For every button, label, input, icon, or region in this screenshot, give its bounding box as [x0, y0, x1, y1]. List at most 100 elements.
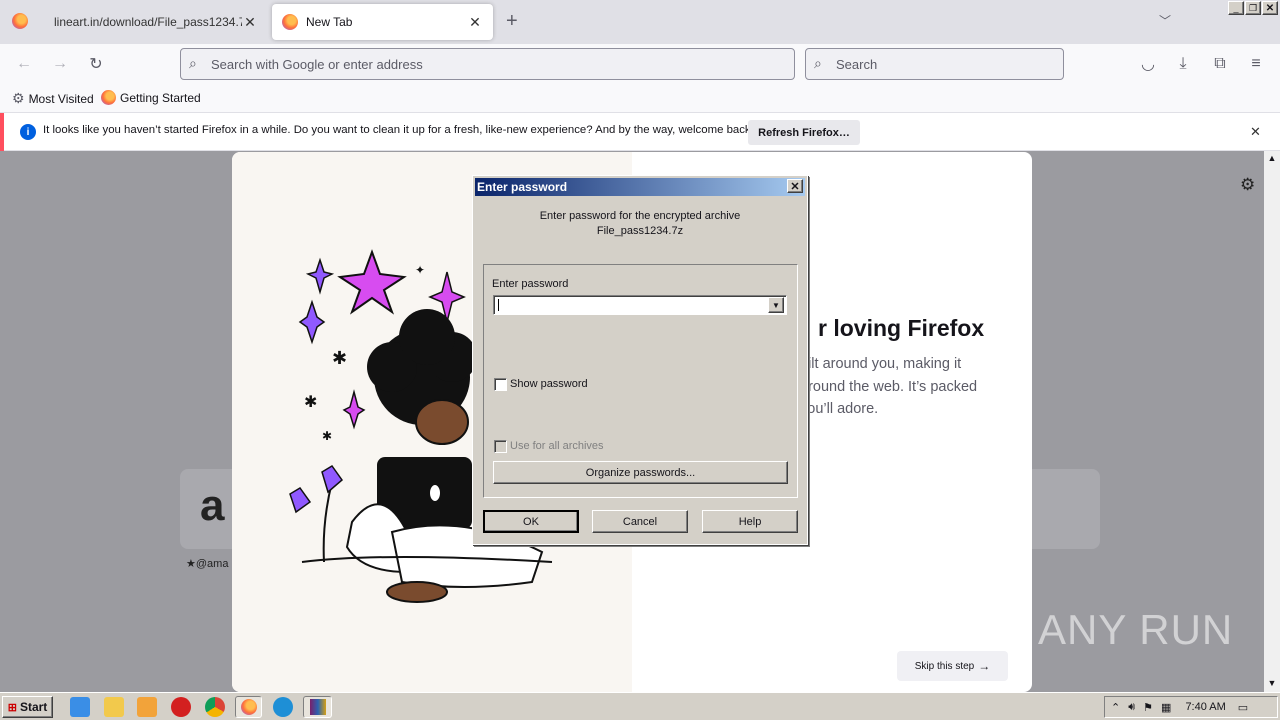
- notification-message: It looks like you haven’t started Firefo…: [43, 124, 754, 136]
- forward-arrow-icon[interactable]: →: [48, 52, 72, 76]
- url-bar[interactable]: ⌕ Search with Google or enter address: [180, 48, 795, 80]
- volume-icon[interactable]: 🔊︎: [1128, 701, 1135, 714]
- welcome-body-line: around the web. It’s packed: [800, 378, 978, 395]
- password-label: Enter password: [492, 278, 569, 290]
- firefox-icon: [101, 90, 116, 105]
- welcome-heading: r loving Firefox: [818, 315, 985, 341]
- winrar-taskbar-button[interactable]: [303, 696, 332, 718]
- show-desktop-icon[interactable]: ▭: [1238, 701, 1248, 714]
- dialog-message: Enter password for the encrypted archive…: [473, 209, 807, 239]
- gear-icon: ⚙: [12, 90, 25, 106]
- svg-text:✱: ✱: [304, 394, 317, 411]
- url-placeholder: Search with Google or enter address: [211, 56, 423, 72]
- pocket-icon[interactable]: ◡: [1136, 52, 1160, 76]
- dialog-message-line: Enter password for the encrypted archive: [539, 210, 741, 222]
- tab-title: New Tab: [306, 15, 353, 29]
- refresh-firefox-button[interactable]: Refresh Firefox…: [748, 120, 860, 145]
- reload-icon[interactable]: ↻: [84, 52, 108, 76]
- back-arrow-icon[interactable]: ←: [12, 52, 36, 76]
- search-icon: ⌕: [189, 55, 197, 71]
- firefox-taskbar-button[interactable]: [235, 696, 262, 718]
- svg-text:✱: ✱: [322, 429, 332, 443]
- menu-icon[interactable]: ≡: [1244, 52, 1268, 76]
- welcome-body-line: uilt around you, making it: [800, 356, 962, 372]
- close-notification-icon[interactable]: ✕: [1250, 124, 1261, 140]
- bookmark-getting-started[interactable]: Getting Started: [101, 90, 201, 105]
- network-icon[interactable]: ▦: [1161, 701, 1171, 714]
- scroll-down-icon[interactable]: ▼: [1264, 678, 1280, 688]
- use-for-all-label: Use for all archives: [510, 440, 604, 452]
- show-password-checkbox[interactable]: [494, 378, 507, 391]
- system-tray: ⌃ 🔊︎ ⚑ ▦ 7:40 AM ▭: [1104, 696, 1278, 718]
- navigation-bar: ← → ↻ ⌕ Search with Google or enter addr…: [0, 44, 1280, 84]
- bookmark-label: Most Visited: [28, 91, 94, 106]
- winrar-icon: [309, 699, 326, 715]
- firefox-menu-icon[interactable]: [12, 13, 28, 29]
- enter-password-dialog: Enter password ✕ Enter password for the …: [472, 175, 808, 545]
- svg-text:✱: ✱: [332, 348, 347, 368]
- shortcut-label[interactable]: ★@ama: [186, 557, 228, 570]
- ok-button[interactable]: OK: [483, 510, 579, 533]
- edge-icon[interactable]: [273, 697, 293, 717]
- info-icon: i: [20, 124, 36, 140]
- scroll-up-icon[interactable]: ▲: [1264, 153, 1280, 163]
- amazon-logo[interactable]: a: [200, 481, 224, 531]
- list-tabs-chevron-down-icon[interactable]: ﹀: [1159, 12, 1171, 29]
- help-button[interactable]: Help: [702, 510, 798, 533]
- clock[interactable]: 7:40 AM: [1185, 701, 1225, 713]
- vertical-scrollbar[interactable]: ▲ ▼: [1264, 151, 1280, 692]
- window-controls: _ ❐ ✕: [1228, 1, 1278, 15]
- close-tab-icon[interactable]: ✕: [242, 14, 258, 31]
- start-button[interactable]: ⊞ Start: [2, 696, 53, 718]
- settings-gear-icon[interactable]: ⚙: [1240, 175, 1255, 195]
- tab-new-tab[interactable]: New Tab ✕: [272, 4, 493, 40]
- text-caret: [498, 299, 499, 311]
- close-tab-icon[interactable]: ✕: [467, 14, 483, 31]
- internet-explorer-icon[interactable]: [70, 697, 90, 717]
- bookmark-most-visited[interactable]: ⚙ Most Visited: [12, 90, 94, 107]
- welcome-body: uilt around you, making it around the we…: [800, 353, 977, 421]
- bookmark-label: Getting Started: [120, 90, 201, 105]
- firefox-icon: [282, 14, 298, 30]
- password-input[interactable]: ▼: [493, 295, 787, 315]
- tab-title: lineart.in/download/File_pass1234.7z: [54, 15, 242, 29]
- skip-step-label: Skip this step: [914, 660, 975, 672]
- media-player-icon[interactable]: [137, 697, 157, 717]
- flag-icon[interactable]: ⚑: [1143, 701, 1153, 714]
- tab-download[interactable]: lineart.in/download/File_pass1234.7z ✕: [44, 4, 268, 40]
- windows-logo-icon: ⊞: [7, 701, 17, 714]
- taskbar: ⊞ Start ⌃ 🔊︎ ⚑ ▦ 7:40 AM ▭: [0, 692, 1280, 720]
- folder-icon[interactable]: [104, 697, 124, 717]
- chrome-icon[interactable]: [205, 697, 225, 717]
- tab-strip: lineart.in/download/File_pass1234.7z ✕ N…: [0, 0, 1280, 44]
- opera-icon[interactable]: [171, 697, 191, 717]
- cancel-button[interactable]: Cancel: [592, 510, 688, 533]
- search-placeholder: Search: [836, 56, 878, 72]
- firefox-icon: [240, 699, 257, 715]
- start-label: Start: [19, 700, 48, 714]
- organize-passwords-button[interactable]: Organize passwords...: [493, 461, 788, 484]
- password-history-dropdown[interactable]: ▼: [768, 297, 784, 313]
- password-group: Enter password ▼ Show password Use for a…: [483, 264, 798, 498]
- skip-step-button[interactable]: Skip this step →: [897, 651, 1008, 681]
- restore-button[interactable]: ❐: [1245, 1, 1261, 15]
- anyrun-watermark: ANY RUN: [1038, 606, 1234, 653]
- dialog-title: Enter password: [475, 178, 805, 196]
- minimize-button[interactable]: _: [1228, 1, 1244, 15]
- notification-bar: i It looks like you haven’t started Fire…: [0, 113, 1280, 151]
- extensions-icon[interactable]: ⧉: [1208, 52, 1232, 76]
- arrow-right-icon: →: [978, 659, 991, 673]
- search-icon: ⌕: [814, 55, 822, 71]
- new-tab-button[interactable]: +: [506, 10, 518, 33]
- show-hidden-icons-chevron-up-icon[interactable]: ⌃: [1111, 701, 1120, 714]
- welcome-body-line: you’ll adore.: [800, 401, 879, 417]
- search-bar[interactable]: ⌕ Search: [805, 48, 1064, 80]
- downloads-icon[interactable]: ⤓: [1171, 52, 1195, 76]
- use-for-all-checkbox: [494, 440, 507, 453]
- svg-text:✦: ✦: [415, 263, 425, 277]
- notification-accent: [0, 113, 4, 151]
- bookmarks-toolbar: ⚙ Most Visited Getting Started: [0, 84, 1280, 113]
- show-password-label[interactable]: Show password: [510, 378, 588, 390]
- close-window-button[interactable]: ✕: [1262, 1, 1278, 15]
- dialog-close-button[interactable]: ✕: [787, 179, 803, 193]
